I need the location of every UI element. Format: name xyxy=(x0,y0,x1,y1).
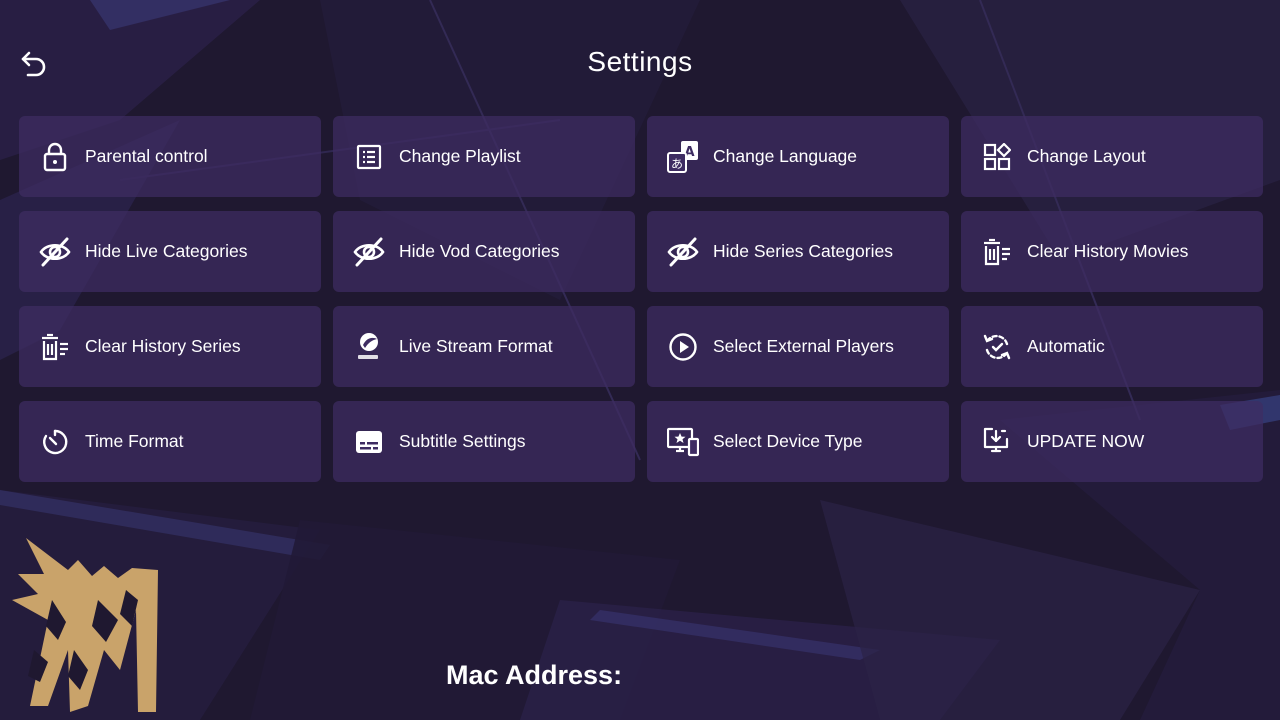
svg-text:あ: あ xyxy=(671,157,683,171)
play-circle-icon xyxy=(667,331,699,363)
change-language-button[interactable]: A あ Change Language xyxy=(647,116,949,197)
change-playlist-button[interactable]: Change Playlist xyxy=(333,116,635,197)
eye-off-icon xyxy=(667,236,699,268)
header: Settings xyxy=(0,0,1280,116)
select-external-players-button[interactable]: Select External Players xyxy=(647,306,949,387)
trash-list-icon xyxy=(39,331,71,363)
update-now-button[interactable]: UPDATE NOW xyxy=(961,401,1263,482)
subtitles-icon xyxy=(353,426,385,458)
tile-label: Change Layout xyxy=(1027,146,1146,166)
download-update-icon xyxy=(981,426,1013,458)
stream-format-logo-icon xyxy=(353,331,385,363)
tile-label: Hide Vod Categories xyxy=(399,241,560,261)
tile-label: Hide Live Categories xyxy=(85,241,248,261)
auto-refresh-icon xyxy=(981,331,1013,363)
tile-label: Change Playlist xyxy=(399,146,521,166)
translate-icon: A あ xyxy=(667,140,699,173)
tile-label: Clear History Series xyxy=(85,336,241,356)
tile-label: Select Device Type xyxy=(713,431,863,451)
subtitle-settings-button[interactable]: Subtitle Settings xyxy=(333,401,635,482)
parental-control-button[interactable]: Parental control xyxy=(19,116,321,197)
lock-icon xyxy=(39,141,71,173)
app-logo xyxy=(12,538,158,712)
tile-label: Change Language xyxy=(713,146,858,166)
settings-grid: Parental control Change Playlist A あ Cha… xyxy=(19,116,1263,482)
tile-label: Subtitle Settings xyxy=(399,431,526,451)
clear-history-series-button[interactable]: Clear History Series xyxy=(19,306,321,387)
layout-icon xyxy=(981,141,1013,173)
tile-label: Clear History Movies xyxy=(1027,241,1189,261)
eye-off-icon xyxy=(39,236,71,268)
automatic-button[interactable]: Automatic xyxy=(961,306,1263,387)
tile-label: Hide Series Categories xyxy=(713,241,893,261)
hide-live-categories-button[interactable]: Hide Live Categories xyxy=(19,211,321,292)
timer-icon xyxy=(39,426,71,458)
hide-series-categories-button[interactable]: Hide Series Categories xyxy=(647,211,949,292)
tile-label: UPDATE NOW xyxy=(1027,431,1145,451)
page-title: Settings xyxy=(587,46,693,77)
tile-label: Select External Players xyxy=(713,336,894,356)
tile-label: Time Format xyxy=(85,431,184,451)
tile-label: Parental control xyxy=(85,146,208,166)
tile-label: Live Stream Format xyxy=(399,336,553,356)
eye-off-icon xyxy=(353,236,385,268)
change-layout-button[interactable]: Change Layout xyxy=(961,116,1263,197)
live-stream-format-button[interactable]: Live Stream Format xyxy=(333,306,635,387)
hide-vod-categories-button[interactable]: Hide Vod Categories xyxy=(333,211,635,292)
tile-label: Automatic xyxy=(1027,336,1105,356)
playlist-icon xyxy=(353,141,385,173)
devices-icon xyxy=(667,426,699,458)
clear-history-movies-button[interactable]: Clear History Movies xyxy=(961,211,1263,292)
trash-list-icon xyxy=(981,236,1013,268)
select-device-type-button[interactable]: Select Device Type xyxy=(647,401,949,482)
time-format-button[interactable]: Time Format xyxy=(19,401,321,482)
mac-address-label: Mac Address: xyxy=(446,660,623,690)
